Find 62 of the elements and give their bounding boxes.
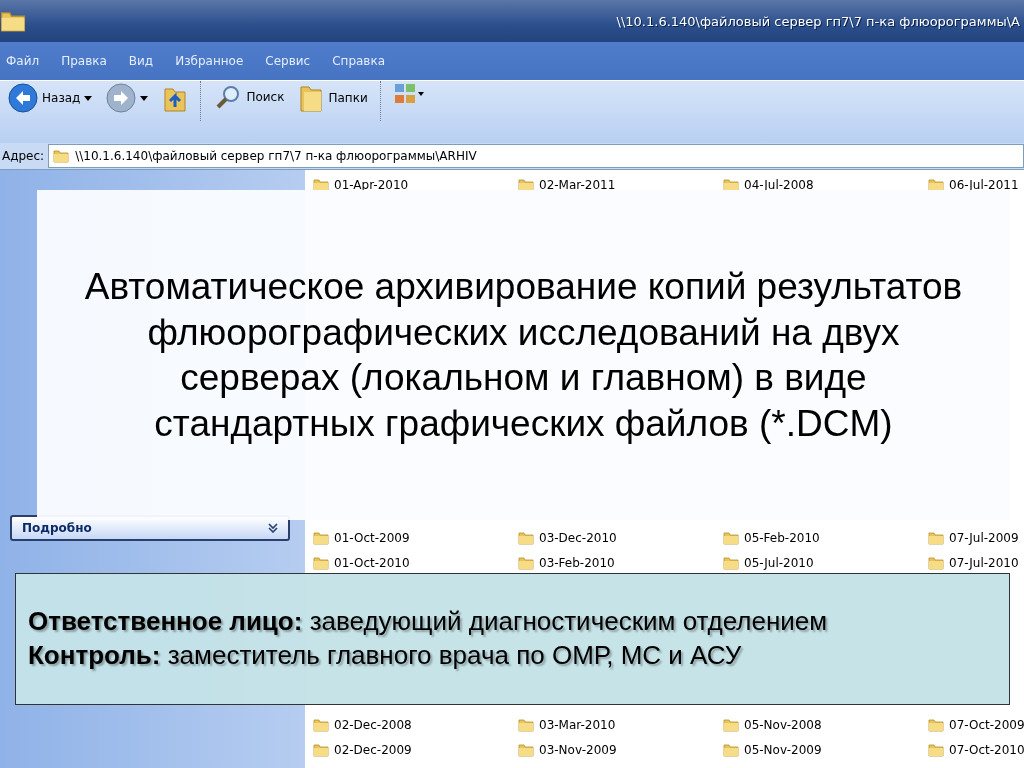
back-button[interactable]: Назад: [6, 81, 95, 115]
menu-item[interactable]: Файл: [6, 54, 40, 68]
menu-item[interactable]: Вид: [128, 54, 154, 68]
folder-name[interactable]: 03-Nov-2009: [539, 742, 617, 757]
folder-name[interactable]: 01-Oct-2010: [334, 555, 410, 570]
folder-icon: [518, 176, 534, 193]
folder-name[interactable]: 02-Mar-2011: [539, 177, 616, 192]
folder-icon: [518, 554, 534, 571]
chevron-down-icon: [268, 523, 278, 533]
folder-icon: [928, 554, 944, 571]
views-icon: [393, 83, 424, 105]
address-field[interactable]: \\10.1.6.140\файловый сервер гп7\7 п-ка флюорограммы\ARHIV: [48, 144, 1024, 168]
folder-icon: [313, 554, 329, 571]
caret-icon: [140, 95, 149, 101]
folder-name[interactable]: 07-Oct-2010: [949, 742, 1024, 757]
folder-name[interactable]: 07-Jul-2010: [949, 555, 1019, 570]
menu-item[interactable]: Правка: [61, 54, 107, 68]
folder-name[interactable]: 07-Oct-2009: [949, 717, 1024, 732]
folder-icon: [53, 148, 70, 164]
folder-icon: [313, 529, 329, 546]
folder-icon: [723, 176, 739, 193]
folder-name[interactable]: 05-Jul-2010: [744, 555, 814, 570]
folder-name[interactable]: 04-Jul-2008: [744, 177, 814, 192]
search-button[interactable]: Поиск: [212, 81, 287, 113]
folder-name[interactable]: 03-Feb-2010: [539, 555, 615, 570]
folder-name[interactable]: 03-Dec-2010: [539, 530, 617, 545]
menu-item[interactable]: Справка: [332, 54, 386, 68]
menu-item[interactable]: Сервис: [265, 54, 311, 68]
folder-name[interactable]: 05-Feb-2010: [744, 530, 820, 545]
info-text: Ответственное лицо: заведующий диагностическим отделением: [28, 605, 829, 639]
forward-button[interactable]: [104, 81, 151, 115]
folder-icon: [723, 529, 739, 546]
window-title: \\10.1.6.140\файловый сервер гп7\7 п-ка флюорограммы\А: [616, 13, 1020, 29]
folder-icon: [298, 83, 325, 113]
folder-icon: [928, 741, 944, 758]
folder-name[interactable]: 02-Dec-2008: [334, 717, 412, 732]
folder-icon: [518, 716, 534, 733]
folder-icon: [723, 716, 739, 733]
folder-name[interactable]: 03-Mar-2010: [539, 717, 616, 732]
folder-icon: [928, 529, 944, 546]
caret-icon: [84, 95, 93, 101]
slide-title: Автоматическое архивирование копий результатов флюорографических исследований на двух серверах (локальном и главном) в виде стандартных графических файлов (*.DCM): [83, 265, 964, 446]
folder-name[interactable]: 01-Apr-2010: [334, 177, 409, 192]
folder-name[interactable]: 05-Nov-2009: [744, 742, 822, 757]
folder-name[interactable]: 02-Dec-2009: [334, 742, 412, 757]
folder-name[interactable]: 05-Nov-2008: [744, 717, 822, 732]
folder-icon: [313, 176, 329, 193]
folder-icon: [313, 741, 329, 758]
folder-icon: [518, 529, 534, 546]
folder-icon: [928, 716, 944, 733]
folder-icon: [313, 716, 329, 733]
info-text: Контроль: заместитель главного врача по ОМР, МС и АСУ: [28, 639, 743, 672]
folder-name[interactable]: 07-Jul-2009: [949, 530, 1019, 545]
folder-icon: [928, 176, 944, 193]
folder-name[interactable]: 06-Jul-2011: [949, 177, 1019, 192]
folder-name[interactable]: 01-Oct-2009: [334, 530, 410, 545]
folder-icon: [518, 741, 534, 758]
folders-button[interactable]: Папки: [296, 81, 370, 115]
menu-item[interactable]: Избранное: [175, 54, 244, 68]
folder-icon: [723, 554, 739, 571]
address-label: Адрес:: [2, 149, 45, 163]
folder-icon: [723, 741, 739, 758]
